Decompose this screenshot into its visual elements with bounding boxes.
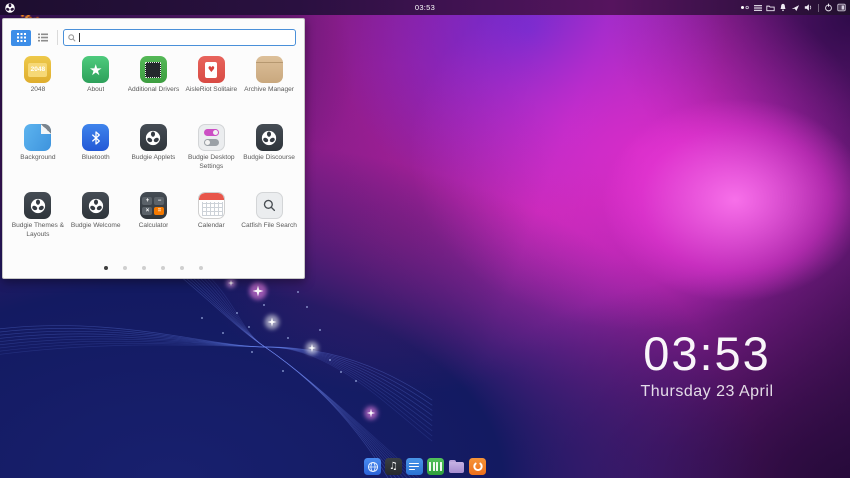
app-label: Budgie Discourse: [243, 154, 295, 163]
page-dot-2[interactable]: [123, 266, 127, 270]
app-item-additional-drivers[interactable]: Additional Drivers: [125, 56, 183, 119]
budgie-logo-icon: [144, 129, 162, 147]
app-label: Budgie Desktop Settings: [183, 154, 239, 172]
app-label: About: [87, 86, 104, 95]
spreadsheet-dock-item[interactable]: [427, 458, 444, 475]
budgie-themes-and-layouts-icon: [24, 192, 51, 219]
budgie-discourse-icon: [256, 124, 283, 151]
app-item-bluetooth[interactable]: Bluetooth: [67, 124, 125, 187]
app-label: 2048: [31, 86, 46, 95]
app-label: Additional Drivers: [128, 86, 180, 95]
file-manager-dock-item[interactable]: [448, 458, 465, 475]
page-dot-3[interactable]: [142, 266, 146, 270]
additional-drivers-icon: [140, 56, 167, 83]
page-dot-6[interactable]: [199, 266, 203, 270]
calendar-icon: [198, 192, 225, 219]
app-label: Budgie Welcome: [71, 222, 121, 231]
app-grid: 2048 2048 ★ About Additional Drivers ♥ AisleRi…: [3, 46, 304, 255]
panel-clock[interactable]: 03:53: [0, 3, 850, 12]
app-item-budgie-applets[interactable]: Budgie Applets: [125, 124, 183, 187]
text-caret: [79, 33, 80, 42]
desktop: 03:53: [0, 0, 850, 478]
app-item-2048[interactable]: 2048 2048: [9, 56, 67, 119]
app-item-budgie-discourse[interactable]: Budgie Discourse: [240, 124, 298, 187]
app-item-budgie-welcome[interactable]: Budgie Welcome: [67, 192, 125, 255]
budgie-menu-popup: 2048 2048 ★ About Additional Drivers ♥ AisleRi…: [2, 18, 305, 279]
budgie-welcome-icon: [82, 192, 109, 219]
app-item-calculator[interactable]: +− ×= Calculator: [125, 192, 183, 255]
app-label: Archive Manager: [244, 86, 294, 95]
search-box[interactable]: [63, 29, 296, 46]
page-dots: [3, 266, 304, 270]
dock: ♫: [364, 458, 486, 475]
desktop-clock-widget: 03:53 Thursday 23 April: [627, 328, 787, 401]
app-item-background[interactable]: Background: [9, 124, 67, 187]
music-player-dock-item[interactable]: ♫: [385, 458, 402, 475]
desktop-clock-date: Thursday 23 April: [627, 383, 787, 401]
desktop-clock-time: 03:53: [627, 328, 787, 380]
page-dot-1[interactable]: [104, 266, 108, 270]
app-item-catfish-file-search[interactable]: Catfish File Search: [240, 192, 298, 255]
web-browser-dock-item[interactable]: [364, 458, 381, 475]
header-separator: [57, 30, 58, 45]
app-label: Calculator: [139, 222, 169, 231]
grid-view-icon: [17, 33, 26, 42]
budgie-logo-icon: [87, 197, 105, 215]
app-item-about[interactable]: ★ About: [67, 56, 125, 119]
app-item-budgie-themes-and-layouts[interactable]: Budgie Themes & Layouts: [9, 192, 67, 255]
menu-header: [3, 19, 304, 46]
budgie-desktop-settings-icon: [198, 124, 225, 151]
budgie-applets-icon: [140, 124, 167, 151]
app-item-calendar[interactable]: Calendar: [182, 192, 240, 255]
app-label: Bluetooth: [82, 154, 110, 163]
page-dot-5[interactable]: [180, 266, 184, 270]
app-item-aisleriot-solitaire[interactable]: ♥ AisleRiot Solitaire: [182, 56, 240, 119]
bluetooth-icon: [82, 124, 109, 151]
calculator-icon: +− ×=: [140, 192, 167, 219]
app-label: Calendar: [198, 222, 225, 231]
budgie-logo-icon: [260, 129, 278, 147]
top-panel: 03:53: [0, 0, 850, 15]
catfish-file-search-icon: [256, 192, 283, 219]
budgie-logo-icon: [29, 197, 47, 215]
app-label: Background: [20, 154, 55, 163]
search-input[interactable]: [83, 33, 291, 42]
writer-document-dock-item[interactable]: [406, 458, 423, 475]
background-icon: [24, 124, 51, 151]
app-item-archive-manager[interactable]: Archive Manager: [240, 56, 298, 119]
app-label: Budgie Applets: [131, 154, 175, 163]
app-item-budgie-desktop-settings[interactable]: Budgie Desktop Settings: [182, 124, 240, 187]
app-label: Budgie Themes & Layouts: [10, 222, 66, 240]
grid-view-button[interactable]: [11, 30, 31, 46]
page-dot-4[interactable]: [161, 266, 165, 270]
about-icon: ★: [82, 56, 109, 83]
app-label: Catfish File Search: [241, 222, 297, 231]
list-view-button[interactable]: [33, 30, 53, 46]
archive-manager-icon: [256, 56, 283, 83]
app-label: AisleRiot Solitaire: [185, 86, 237, 95]
software-center-dock-item[interactable]: [469, 458, 486, 475]
list-view-icon: [38, 33, 48, 42]
search-icon: [68, 34, 76, 42]
2048-icon: 2048: [24, 56, 51, 83]
aisleriot-solitaire-icon: ♥: [198, 56, 225, 83]
